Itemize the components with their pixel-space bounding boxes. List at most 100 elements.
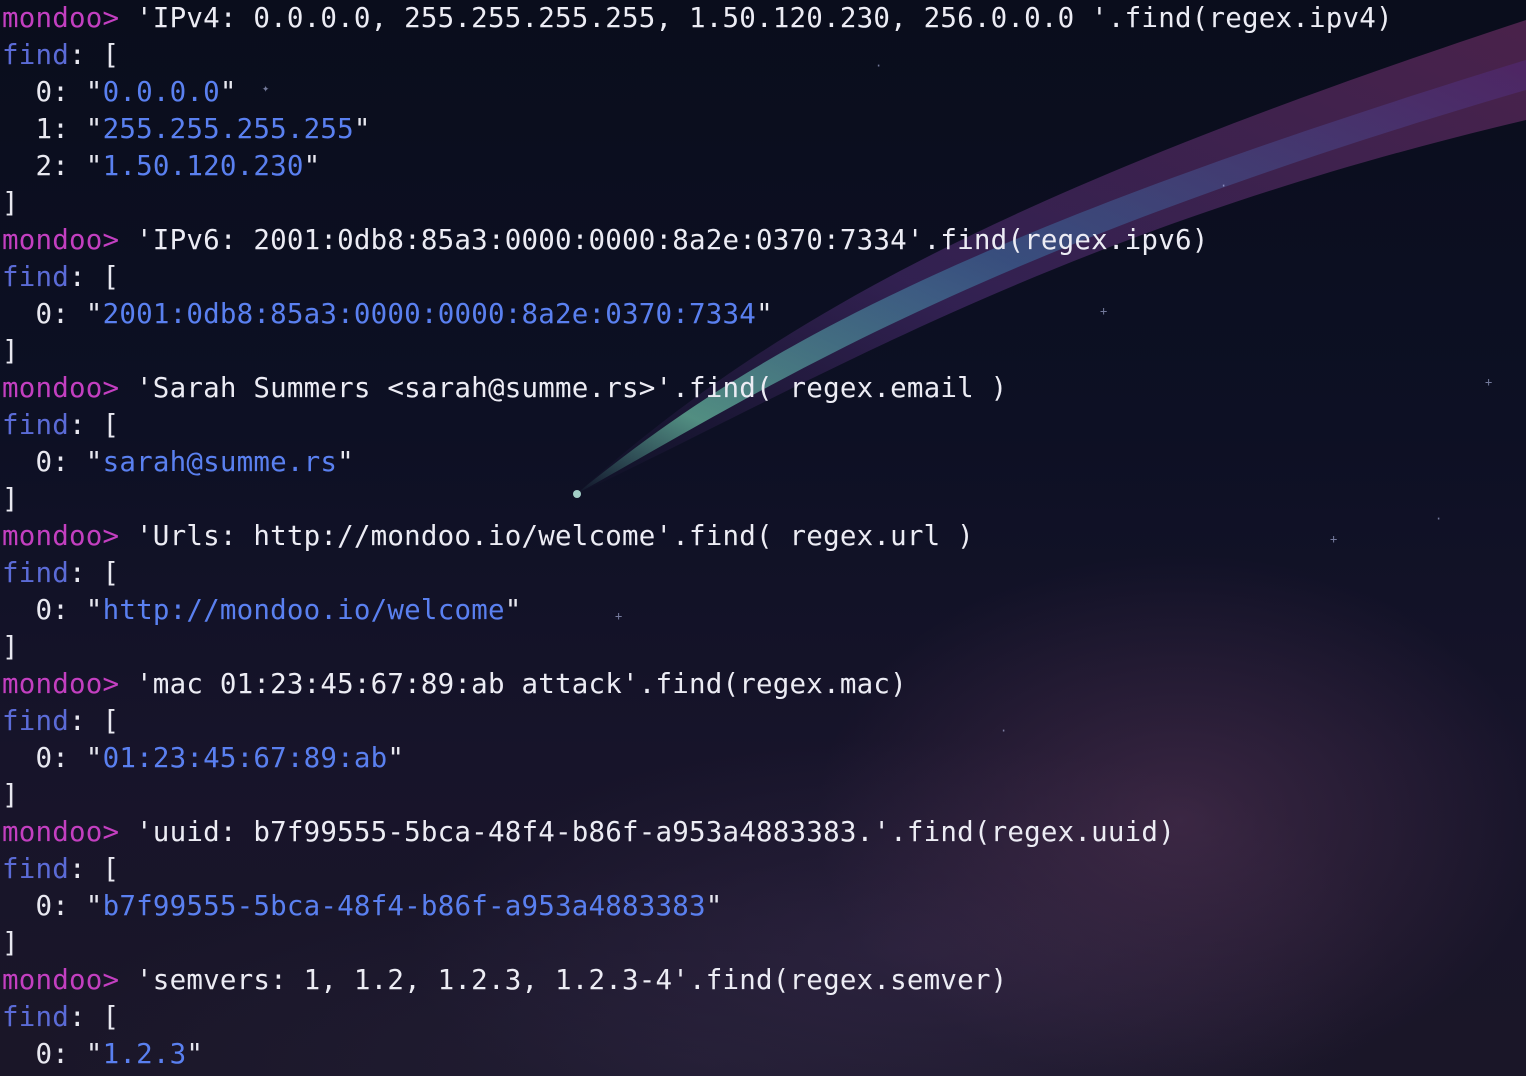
result-close-bracket: ] xyxy=(2,927,19,959)
result-indent xyxy=(2,594,36,626)
result-header: find: [ xyxy=(2,703,1522,740)
prompt-label: mondoo> xyxy=(2,520,120,552)
result-colon: : xyxy=(52,76,86,108)
result-index: 0 xyxy=(35,594,53,626)
command-text: 'Sarah Summers <sarah@summe.rs>'.find( r… xyxy=(119,372,1008,404)
result-indent xyxy=(2,76,36,108)
command-text: 'IPv4: 0.0.0.0, 255.255.255.255, 1.50.12… xyxy=(119,2,1393,34)
result-open-bracket: : [ xyxy=(69,853,120,885)
result-header: find: [ xyxy=(2,851,1522,888)
quote-close: " xyxy=(387,742,405,774)
result-colon: : xyxy=(52,1038,86,1070)
command-line: mondoo> 'Sarah Summers <sarah@summe.rs>'… xyxy=(2,370,1522,407)
quote-open: " xyxy=(85,446,103,478)
result-indent xyxy=(2,1038,36,1070)
result-close-bracket: ] xyxy=(2,335,19,367)
result-index: 0 xyxy=(35,298,53,330)
result-value: 1.2.3 xyxy=(102,1038,187,1070)
result-item: 1: "255.255.255.255" xyxy=(2,111,1522,148)
result-indent xyxy=(2,742,36,774)
result-label: find xyxy=(2,557,70,589)
quote-open: " xyxy=(85,1038,103,1070)
quote-open: " xyxy=(85,113,103,145)
result-header: find: [ xyxy=(2,259,1522,296)
result-colon: : xyxy=(52,113,86,145)
terminal-output[interactable]: mondoo> 'IPv4: 0.0.0.0, 255.255.255.255,… xyxy=(2,0,1522,1073)
result-colon: : xyxy=(52,594,86,626)
result-value: 2001:0db8:85a3:0000:0000:8a2e:0370:7334 xyxy=(102,298,757,330)
result-value: 0.0.0.0 xyxy=(102,76,220,108)
result-index: 0 xyxy=(35,76,53,108)
result-header: find: [ xyxy=(2,999,1522,1036)
result-open-bracket: : [ xyxy=(69,705,120,737)
result-item: 2: "1.50.120.230" xyxy=(2,148,1522,185)
prompt-label: mondoo> xyxy=(2,668,120,700)
result-index: 0 xyxy=(35,890,53,922)
result-value: sarah@summe.rs xyxy=(102,446,338,478)
result-item: 0: "b7f99555-5bca-48f4-b86f-a953a4883383… xyxy=(2,888,1522,925)
result-value: 01:23:45:67:89:ab xyxy=(102,742,388,774)
quote-close: " xyxy=(756,298,773,330)
quote-open: " xyxy=(85,298,103,330)
quote-close: " xyxy=(337,446,354,478)
result-indent xyxy=(2,150,36,182)
command-text: 'mac 01:23:45:67:89:ab attack'.find(rege… xyxy=(119,668,907,700)
command-text: 'uuid: b7f99555-5bca-48f4-b86f-a953a4883… xyxy=(119,816,1175,848)
result-colon: : xyxy=(52,890,86,922)
result-index: 1 xyxy=(35,113,53,145)
result-close-bracket: ] xyxy=(2,187,19,219)
quote-open: " xyxy=(85,150,103,182)
result-item: 0: "http://mondoo.io/welcome" xyxy=(2,592,1522,629)
result-close-bracket: ] xyxy=(2,483,19,515)
result-header: find: [ xyxy=(2,37,1522,74)
result-open-bracket: : [ xyxy=(69,1001,120,1033)
quote-close: " xyxy=(705,890,723,922)
result-label: find xyxy=(2,39,70,71)
result-close-bracket: ] xyxy=(2,631,19,663)
result-index: 0 xyxy=(35,742,53,774)
result-colon: : xyxy=(52,150,86,182)
quote-open: " xyxy=(85,742,103,774)
result-label: find xyxy=(2,261,70,293)
prompt-label: mondoo> xyxy=(2,372,120,404)
result-header: find: [ xyxy=(2,407,1522,444)
result-value: 1.50.120.230 xyxy=(102,150,304,182)
quote-close: " xyxy=(303,150,321,182)
result-close-bracket: ] xyxy=(2,779,19,811)
result-index: 2 xyxy=(35,150,53,182)
result-label: find xyxy=(2,1001,70,1033)
result-value: b7f99555-5bca-48f4-b86f-a953a4883383 xyxy=(102,890,706,922)
prompt-label: mondoo> xyxy=(2,816,120,848)
prompt-label: mondoo> xyxy=(2,964,120,996)
result-label: find xyxy=(2,409,70,441)
result-item: 0: "1.2.3" xyxy=(2,1036,1522,1073)
command-line: mondoo> 'semvers: 1, 1.2, 1.2.3, 1.2.3-4… xyxy=(2,962,1522,999)
command-line: mondoo> 'IPv6: 2001:0db8:85a3:0000:0000:… xyxy=(2,222,1522,259)
result-index: 0 xyxy=(35,446,53,478)
result-header: find: [ xyxy=(2,555,1522,592)
result-open-bracket: : [ xyxy=(69,39,120,71)
quote-close: " xyxy=(219,76,237,108)
result-label: find xyxy=(2,853,70,885)
command-line: mondoo> 'mac 01:23:45:67:89:ab attack'.f… xyxy=(2,666,1522,703)
result-open-bracket: : [ xyxy=(69,557,120,589)
prompt-label: mondoo> xyxy=(2,2,120,34)
result-indent xyxy=(2,890,36,922)
command-line: mondoo> 'IPv4: 0.0.0.0, 255.255.255.255,… xyxy=(2,0,1522,37)
quote-close: " xyxy=(353,113,371,145)
command-line: mondoo> 'Urls: http://mondoo.io/welcome'… xyxy=(2,518,1522,555)
command-line: mondoo> 'uuid: b7f99555-5bca-48f4-b86f-a… xyxy=(2,814,1522,851)
command-text: 'semvers: 1, 1.2, 1.2.3, 1.2.3-4'.find(r… xyxy=(119,964,1008,996)
result-colon: : xyxy=(52,298,86,330)
result-indent xyxy=(2,113,36,145)
result-value: http://mondoo.io/welcome xyxy=(102,594,505,626)
result-colon: : xyxy=(52,446,86,478)
result-item: 0: "01:23:45:67:89:ab" xyxy=(2,740,1522,777)
result-indent xyxy=(2,446,36,478)
result-item: 0: "sarah@summe.rs" xyxy=(2,444,1522,481)
result-open-bracket: : [ xyxy=(69,261,120,293)
command-text: 'Urls: http://mondoo.io/welcome'.find( r… xyxy=(119,520,974,552)
result-item: 0: "2001:0db8:85a3:0000:0000:8a2e:0370:7… xyxy=(2,296,1522,333)
result-item: 0: "0.0.0.0" xyxy=(2,74,1522,111)
quote-open: " xyxy=(85,890,103,922)
